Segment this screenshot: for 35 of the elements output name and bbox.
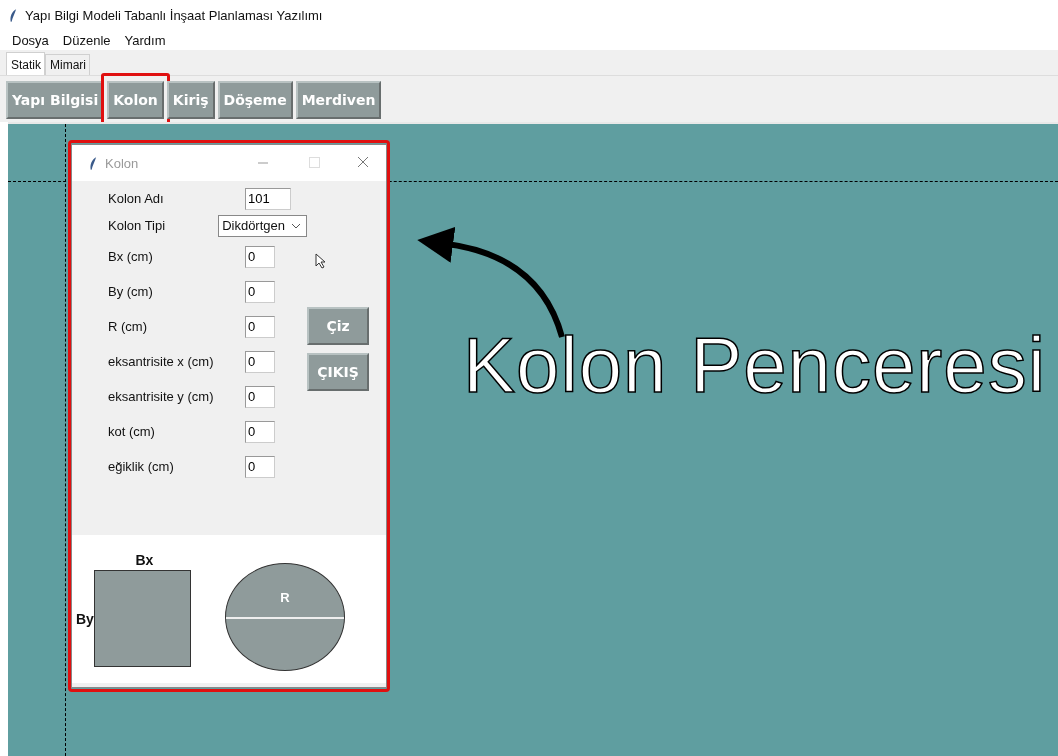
input-field[interactable]: 0	[245, 385, 275, 408]
feather-icon	[8, 7, 17, 23]
field-label: Kolon Adı	[108, 191, 165, 206]
dialog-title: Kolon	[105, 155, 140, 171]
input-field[interactable]: 0	[245, 245, 275, 268]
dropdown[interactable]: Dikdörtgen	[218, 214, 307, 237]
tab[interactable]: Statik	[6, 52, 45, 75]
input-field[interactable]: 101	[245, 187, 291, 210]
dimension-label: R	[280, 590, 290, 607]
field-label: Bx (cm)	[108, 249, 154, 264]
input-field[interactable]: 0	[245, 315, 275, 338]
menu-item[interactable]: Düzenle	[62, 32, 111, 48]
input-field[interactable]: 0	[245, 455, 275, 478]
input-field[interactable]: 0	[245, 280, 275, 303]
field-label: Kolon Tipi	[108, 218, 167, 233]
input-field[interactable]: 0	[245, 350, 275, 373]
dimension-label: Bx	[134, 552, 154, 568]
field-label: By (cm)	[108, 284, 154, 299]
field-label: eğiklik (cm)	[108, 459, 175, 474]
chevron-down-icon	[291, 222, 301, 229]
maximize-icon	[306, 157, 320, 169]
tab[interactable]: Mimari	[45, 54, 90, 75]
dimension-label: By	[76, 610, 94, 627]
field-label: kot (cm)	[108, 424, 156, 439]
menu-item[interactable]: Yardım	[124, 32, 166, 48]
feather-icon	[88, 155, 97, 171]
field-label: eksantrisite x (cm)	[108, 354, 215, 369]
field-label: eksantrisite y (cm)	[108, 389, 215, 404]
callout-text: Kolon Penceresi	[463, 320, 1046, 411]
menu-item[interactable]: Dosya	[12, 32, 49, 48]
input-field[interactable]: 0	[245, 420, 275, 443]
close-icon	[356, 157, 370, 169]
mouse-pointer-icon	[315, 253, 326, 269]
window-title: Yapı Bilgi Modeli Tabanlı İnşaat Planlaması Yazılımı	[25, 7, 323, 23]
field-label: R (cm)	[108, 319, 148, 334]
